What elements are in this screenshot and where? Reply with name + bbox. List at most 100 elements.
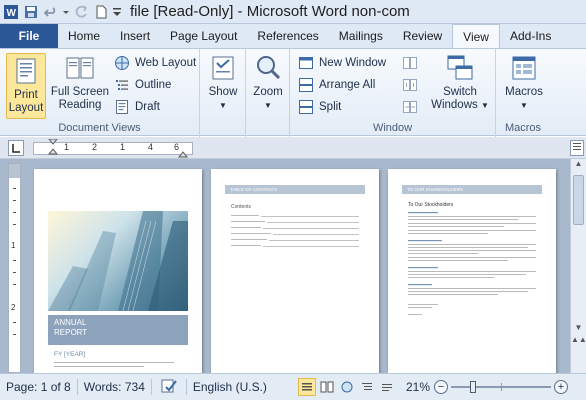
tab-page-layout[interactable]: Page Layout [160, 24, 247, 48]
language-indicator[interactable]: English (U.S.) [187, 380, 273, 394]
web-layout-label: Web Layout [135, 57, 197, 69]
group-show: Show ▼ [200, 49, 246, 137]
save-icon[interactable] [22, 3, 40, 21]
show-button[interactable]: Show ▼ [206, 53, 240, 112]
word-count[interactable]: Words: 734 [78, 380, 151, 394]
group-label-document-views: Document Views [58, 122, 141, 134]
reset-window-position-button[interactable] [402, 97, 418, 117]
cover-title-line-2: REPORT [54, 328, 88, 337]
scroll-down-button[interactable]: ▼ [571, 323, 586, 335]
previous-page-button[interactable]: ▲▲ [571, 335, 586, 347]
undo-icon[interactable] [42, 3, 60, 21]
print-layout-label-1: Print [14, 89, 38, 101]
page-count[interactable]: Page: 1 of 8 [0, 380, 77, 394]
word-icon[interactable]: W [2, 3, 20, 21]
svg-text:W: W [7, 8, 17, 19]
zoom-out-button[interactable]: − [434, 380, 448, 394]
tab-add-ins[interactable]: Add-Ins [500, 24, 561, 48]
switch-windows-icon [447, 55, 473, 80]
document-area[interactable]: 1 2 ANNUAL REPORT FY [YEAR] TABLE OF CON… [0, 159, 586, 373]
proofing-icon[interactable] [152, 378, 186, 397]
window-title: file [Read-Only] - Microsoft Word non-co… [130, 3, 410, 20]
draft-view-button[interactable] [378, 378, 396, 396]
zoom-icon [257, 56, 281, 80]
tab-review[interactable]: Review [393, 24, 452, 48]
arrange-all-label: Arrange All [319, 79, 376, 91]
ruler-mark: 1 [64, 142, 70, 152]
view-side-by-side-button[interactable] [402, 53, 418, 73]
undo-dropdown-icon[interactable] [62, 3, 70, 21]
customize-qat-icon[interactable] [112, 3, 122, 21]
full-screen-reading-icon [66, 57, 94, 79]
outline-button[interactable]: Outline [114, 75, 171, 95]
show-label: Show [208, 86, 238, 98]
new-window-button[interactable]: New Window [298, 53, 386, 73]
title-bar: W file [Read-Only] - Microsoft Word non-… [0, 0, 586, 24]
zoom-button[interactable]: Zoom ▼ [251, 53, 285, 112]
tab-mailings[interactable]: Mailings [329, 24, 393, 48]
ruler-mark: 4 [148, 142, 154, 152]
split-button[interactable]: Split [298, 97, 341, 117]
scroll-up-button[interactable]: ▲ [571, 159, 586, 173]
vertical-scrollbar[interactable]: ▲ ▼ ▲▲ [570, 159, 586, 373]
page-table-of-contents[interactable]: TABLE OF CONTENTS Contents [211, 169, 379, 373]
group-label-macros: Macros [504, 122, 542, 134]
web-layout-button[interactable]: Web Layout [114, 53, 196, 73]
svg-text:1: 1 [11, 241, 16, 250]
page-letter-to-shareholders[interactable]: TO OUR SHAREHOLDERS To Our Stockholders [388, 169, 556, 373]
web-layout-view-button[interactable] [338, 378, 356, 396]
show-icon [212, 56, 234, 80]
redo-icon[interactable] [72, 3, 90, 21]
arrange-all-icon [299, 78, 313, 92]
outline-label: Outline [135, 79, 172, 91]
print-layout-view-button[interactable] [297, 378, 316, 396]
group-document-views: Print Layout Full Screen Reading Web Lay… [0, 49, 200, 137]
arrange-all-button[interactable]: Arrange All [298, 75, 375, 95]
tab-insert[interactable]: Insert [110, 24, 160, 48]
new-document-icon[interactable] [92, 3, 110, 21]
chevron-down-icon: ▼ [264, 101, 272, 110]
letter-body-text [408, 212, 536, 315]
print-layout-button[interactable]: Print Layout [6, 53, 46, 119]
draft-button[interactable]: Draft [114, 97, 160, 117]
group-zoom: Zoom ▼ [246, 49, 290, 137]
switch-windows-label-2-wrap: Windows ▼ [431, 99, 489, 112]
web-layout-icon [115, 56, 129, 70]
switch-windows-button[interactable]: Switch Windows ▼ [428, 53, 492, 112]
outline-view-button[interactable] [358, 378, 376, 396]
tab-file[interactable]: File [0, 24, 58, 48]
new-window-icon [299, 57, 313, 69]
scrollbar-thumb[interactable] [573, 175, 584, 225]
right-indent-marker[interactable] [178, 149, 188, 159]
page-cover[interactable]: ANNUAL REPORT FY [YEAR] [34, 169, 202, 373]
full-screen-reading-button[interactable]: Full Screen Reading [50, 53, 110, 112]
tab-selector[interactable] [8, 140, 24, 156]
tab-view[interactable]: View [452, 24, 500, 48]
indent-marker[interactable] [48, 139, 58, 159]
chevron-down-icon: ▼ [480, 101, 489, 110]
toc-entries [231, 215, 359, 247]
cover-fiscal-year: FY [YEAR] [54, 351, 86, 358]
macros-icon [512, 56, 536, 80]
zoom-level[interactable]: 21% [402, 380, 434, 394]
view-ruler-button[interactable] [570, 140, 584, 156]
full-screen-reading-view-button[interactable] [318, 378, 336, 396]
zoom-slider[interactable] [451, 380, 551, 394]
tab-home[interactable]: Home [58, 24, 110, 48]
horizontal-ruler-row: 1 2 1 4 6 [0, 137, 586, 159]
horizontal-ruler[interactable]: 1 2 1 4 6 [33, 139, 193, 158]
print-layout-label-2: Layout [8, 102, 44, 114]
synchronous-scrolling-icon [403, 79, 417, 91]
chevron-down-icon: ▼ [219, 101, 227, 110]
status-bar: Page: 1 of 8 Words: 734 English (U.S.) 2… [0, 373, 586, 400]
print-layout-icon [16, 58, 36, 84]
macros-button[interactable]: Macros ▼ [501, 53, 547, 112]
zoom-slider-thumb[interactable] [470, 381, 476, 393]
outline-icon [116, 80, 128, 90]
toc-heading-band: TABLE OF CONTENTS [225, 185, 365, 194]
tab-references[interactable]: References [247, 24, 328, 48]
zoom-in-button[interactable]: + [554, 380, 568, 394]
synchronous-scrolling-button[interactable] [402, 75, 418, 95]
vertical-ruler[interactable]: 1 2 [8, 163, 21, 373]
group-macros: Macros ▼ Macros [496, 49, 550, 137]
